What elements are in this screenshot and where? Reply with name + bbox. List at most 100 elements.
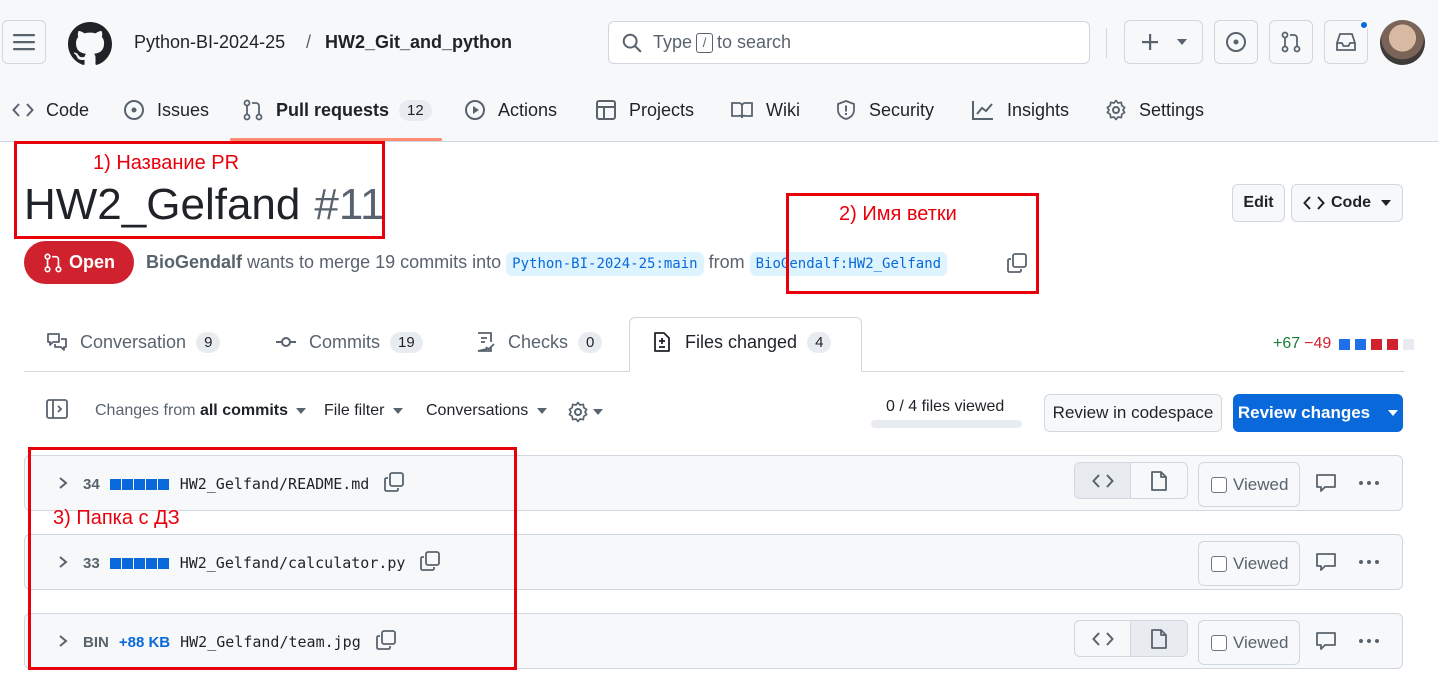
nav-code-label: Code [46, 99, 90, 120]
graph-icon [972, 101, 993, 120]
edit-title-button[interactable]: Edit [1232, 184, 1285, 222]
viewed-label: Viewed [1233, 553, 1289, 573]
comment-on-file-button[interactable] [1315, 551, 1337, 573]
pr-action-text: wants to merge 19 commits into [247, 252, 502, 272]
diffstat-deletions: −49 [1304, 335, 1332, 352]
nav-projects[interactable]: Projects [595, 92, 694, 128]
file-diff-icon [654, 332, 670, 352]
viewed-checkbox[interactable]: Viewed [1198, 541, 1300, 586]
nav-security-label: Security [869, 99, 935, 120]
gear-icon [568, 401, 588, 423]
chevron-down-icon [1381, 200, 1391, 206]
issue-icon [1226, 32, 1246, 52]
menu-button[interactable] [2, 20, 46, 64]
viewed-label: Viewed [1233, 474, 1289, 494]
diffstat: +67 −49 [1273, 335, 1415, 353]
breadcrumb-owner[interactable]: Python-BI-2024-25 [134, 32, 285, 53]
base-branch[interactable]: Python-BI-2024-25:main [506, 252, 704, 276]
nav-wiki[interactable]: Wiki [730, 92, 800, 128]
edit-title-label: Edit [1243, 194, 1274, 211]
diffstat-block-deleted [1387, 338, 1399, 350]
nav-actions[interactable]: Actions [464, 92, 557, 128]
nav-security[interactable]: Security [835, 92, 934, 128]
book-icon [731, 102, 753, 119]
file-more-options-button[interactable] [1357, 551, 1381, 573]
nav-issues-label: Issues [157, 99, 210, 120]
checkbox-icon[interactable] [1211, 476, 1227, 493]
comment-icon [1316, 553, 1336, 571]
tab-commits-label: Commits [309, 331, 380, 352]
breadcrumb-repo[interactable]: HW2_Git_and_python [325, 32, 512, 53]
review-changes-label: Review changes [1237, 403, 1371, 422]
source-diff-button[interactable] [1075, 463, 1131, 498]
file-filter-dropdown[interactable]: File filter [324, 402, 403, 420]
search-icon [622, 33, 642, 52]
diffstat-block-deleted [1371, 338, 1383, 350]
create-new-button[interactable] [1124, 20, 1203, 64]
nav-insights[interactable]: Insights [971, 92, 1069, 128]
code-dropdown-label: Code [1331, 194, 1371, 211]
issues-button[interactable] [1214, 20, 1258, 64]
code-icon [12, 103, 34, 117]
search-input[interactable]: Type / to search [608, 21, 1090, 64]
annotation-branch-name: 2) Имя ветки [839, 203, 957, 225]
notification-dot [1359, 20, 1369, 30]
kebab-horizontal-icon [1359, 481, 1379, 485]
conversations-dropdown[interactable]: Conversations [426, 402, 547, 420]
tab-files-changed-count: 4 [807, 331, 832, 353]
diffstat-block-added [1355, 338, 1367, 350]
tab-conversation[interactable]: Conversation 9 [46, 331, 221, 353]
code-icon [1091, 473, 1114, 488]
conversations-label: Conversations [426, 402, 529, 419]
tab-commits[interactable]: Commits 19 [275, 331, 423, 353]
table-icon [596, 100, 616, 120]
chevron-down-icon [392, 407, 403, 414]
chevron-down-icon [1388, 410, 1399, 416]
nav-settings[interactable]: Settings [1105, 92, 1204, 128]
review-in-codespace-button[interactable]: Review in codespace [1044, 394, 1222, 432]
viewed-checkbox[interactable]: Viewed [1198, 462, 1300, 507]
tab-conversation-count: 9 [196, 331, 221, 353]
diff-settings-button[interactable] [567, 401, 603, 423]
hamburger-icon [13, 34, 35, 51]
checkbox-icon[interactable] [1211, 555, 1227, 572]
changes-from-value: all commits [199, 402, 288, 419]
pr-author[interactable]: BioGendalf [146, 252, 242, 272]
tab-files-changed[interactable]: Files changed 4 [651, 331, 832, 353]
nav-pull-requests[interactable]: Pull requests 12 [242, 92, 432, 128]
review-changes-button[interactable]: Review changes [1233, 394, 1403, 432]
nav-pull-requests-label: Pull requests [276, 99, 390, 120]
diffstat-block-added [1339, 338, 1351, 350]
code-dropdown-button[interactable]: Code [1291, 184, 1403, 222]
tab-checks[interactable]: Checks 0 [474, 331, 603, 353]
comment-on-file-button[interactable] [1315, 472, 1337, 494]
file-more-options-button[interactable] [1357, 630, 1381, 652]
display-toggle [1074, 462, 1188, 499]
comment-icon [1316, 632, 1336, 650]
toggle-file-tree-button[interactable] [45, 398, 69, 420]
file-more-options-button[interactable] [1357, 472, 1381, 494]
nav-issues[interactable]: Issues [123, 92, 209, 128]
pull-request-icon [243, 99, 263, 121]
nav-code[interactable]: Code [12, 92, 89, 128]
changes-from-prefix: Changes from [95, 402, 196, 419]
source-diff-button[interactable] [1075, 621, 1131, 656]
changes-from-dropdown[interactable]: Changes from all commits [95, 402, 307, 420]
comment-icon [1316, 474, 1336, 492]
files-viewed-count: 0 / 4 files viewed [886, 398, 1005, 415]
rich-diff-button[interactable] [1131, 463, 1187, 498]
search-shortcut-key: / [696, 32, 714, 53]
viewed-checkbox[interactable]: Viewed [1198, 620, 1300, 665]
play-icon [465, 100, 485, 120]
rich-diff-button[interactable] [1131, 621, 1187, 656]
shield-icon [837, 100, 855, 120]
checkbox-icon[interactable] [1211, 634, 1227, 651]
gear-icon [1106, 99, 1126, 121]
comment-on-file-button[interactable] [1315, 630, 1337, 652]
github-logo-icon[interactable] [68, 22, 112, 66]
chevron-down-icon [1176, 39, 1187, 45]
pull-requests-button[interactable] [1269, 20, 1313, 64]
annotation-box-hw-folder [28, 447, 517, 670]
status-label: Open [68, 252, 115, 272]
avatar[interactable] [1380, 20, 1425, 65]
